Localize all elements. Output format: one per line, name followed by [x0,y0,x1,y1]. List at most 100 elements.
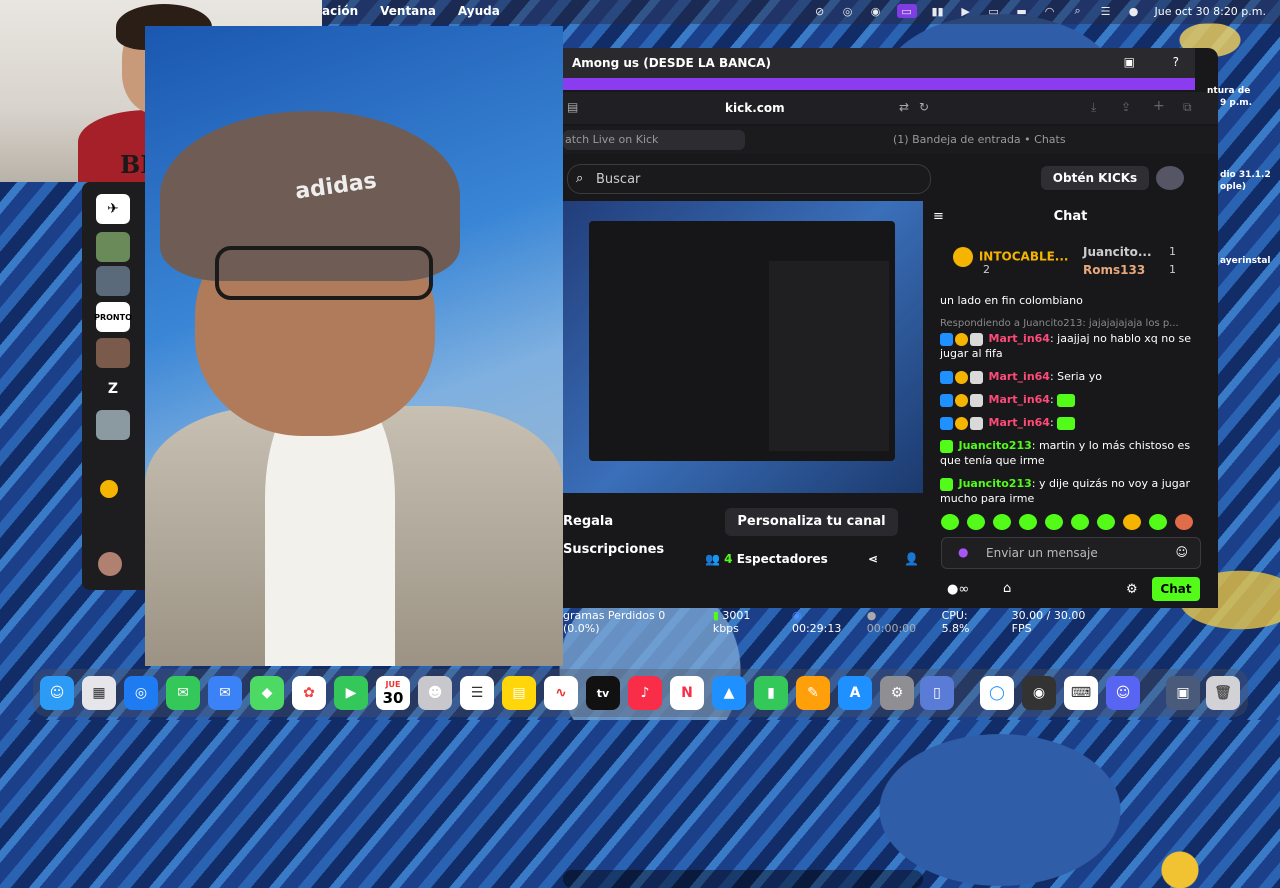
contact-avatar-z[interactable]: Z [96,374,130,404]
desktop-file-label[interactable]: dio 31.1.2 [1220,170,1271,180]
discord-icon[interactable]: ☺ [1106,676,1140,710]
chat-send-button[interactable]: Chat [1152,577,1200,601]
gift-subscriptions-button[interactable]: Regala Suscripciones [563,508,718,557]
store-icon[interactable]: ⌂ [1003,581,1011,596]
obs-icon[interactable]: ◉ [869,4,883,18]
tab-kick[interactable]: atch Live on Kick [563,130,745,150]
profile-avatar[interactable] [1156,166,1184,190]
menu-item-ayuda[interactable]: Ayuda [458,4,500,18]
emote-icon[interactable] [1097,514,1115,530]
contact-avatar[interactable] [96,338,130,368]
get-kicks-button[interactable]: Obtén KICKs [1041,166,1149,190]
emote-icon[interactable] [1123,514,1141,530]
siri-icon[interactable]: ● [1127,4,1141,18]
discord-icon[interactable] [100,480,118,498]
photos-icon[interactable]: ✿ [292,676,326,710]
emote-icon[interactable] [1149,514,1167,530]
mic-icon[interactable]: ● [958,545,968,559]
chat-username[interactable]: Mart_in64 [989,416,1050,429]
user-avatar[interactable] [98,552,122,576]
music-icon[interactable]: ♪ [628,676,662,710]
contacts-icon[interactable]: ☻ [418,676,452,710]
chat-username[interactable]: Mart_in64 [989,370,1050,383]
play-icon[interactable]: ▶ [959,4,973,18]
chat-message[interactable]: Mart_in64: jaajjaj no hablo xq no se jug… [940,331,1205,361]
news-icon[interactable]: N [670,676,704,710]
emoji-icon[interactable]: ☺ [1175,545,1188,559]
emote-icon[interactable] [1019,514,1037,530]
share-icon[interactable]: ⇪ [1121,100,1131,114]
wifi-icon[interactable]: ◠ [1043,4,1057,18]
emote-icon[interactable] [1175,514,1193,530]
quicktime-icon[interactable]: ◯ [980,676,1014,710]
download-icon[interactable]: ⤓ [1091,100,1096,115]
stream-preview[interactable] [563,201,923,888]
chat-username[interactable]: Mart_in64 [989,332,1050,345]
contact-avatar[interactable] [96,266,130,296]
chat-input[interactable]: ● Enviar un mensaje ☺ [941,537,1201,569]
desktop-file-label[interactable]: 9 p.m. [1220,98,1252,108]
help-icon[interactable]: ? [1173,55,1179,69]
pages-icon[interactable]: ✎ [796,676,830,710]
emote-icon[interactable] [993,514,1011,530]
chat-username[interactable]: Juancito213 [959,477,1032,490]
finder-icon[interactable]: ☺ [40,676,74,710]
emote-icon[interactable] [1071,514,1089,530]
translate-icon[interactable]: ⇄ [899,100,909,114]
pip-icon[interactable]: ▣ [1124,55,1135,69]
emote-icon[interactable] [941,514,959,530]
emote-icon[interactable] [1045,514,1063,530]
keynote-icon[interactable]: ▲ [712,676,746,710]
settings-gear-icon[interactable]: ⚙ [1126,582,1138,597]
obs-icon[interactable]: ◉ [1022,676,1056,710]
bars-icon[interactable]: ▮▮ [931,4,945,18]
chat-message[interactable]: Mart_in64: Seria yo [940,369,1205,384]
screen-record-icon[interactable]: ▭ [896,4,917,18]
recent-folder-icon[interactable]: ▣ [1166,676,1200,710]
desktop-file-label[interactable]: ople) [1220,182,1246,192]
iphone-mirroring-icon[interactable]: ▯ [920,676,954,710]
desktop-file-label[interactable]: ayerinstal [1220,256,1271,266]
chat-username[interactable]: Juancito213 [959,439,1032,452]
chat-message[interactable]: Mart_in64: [940,415,1205,430]
sidebar-toggle-icon[interactable]: ▤ [567,100,578,114]
maps-icon[interactable]: ◆ [250,676,284,710]
menu-item-ventana[interactable]: Ventana [380,4,436,18]
safari-icon[interactable]: ◎ [124,676,158,710]
display-icon[interactable]: ▭ [987,4,1001,18]
contact-avatar[interactable] [96,232,130,262]
control-center-icon[interactable]: ☰ [1099,4,1113,18]
clock[interactable]: Jue oct 30 8:20 p.m. [1155,5,1266,18]
contact-avatar[interactable]: ✈ [96,194,130,224]
customize-channel-button[interactable]: Personaliza tu canal [725,508,898,536]
tabs-overview-icon[interactable]: ⧉ [1183,100,1192,115]
chat-message[interactable]: Mart_in64: [940,392,1205,407]
system-settings-icon[interactable]: ⚙ [880,676,914,710]
chat-username[interactable]: Mart_in64 [989,393,1050,406]
facetime-icon[interactable]: ▶ [334,676,368,710]
calendar-icon[interactable]: JUE 30 [376,676,410,710]
keyboard-icon[interactable]: ⌨ [1064,676,1098,710]
share-icon[interactable]: ⋖ [868,552,878,566]
app-store-icon[interactable]: A [838,676,872,710]
trash-icon[interactable]: 🗑 [1206,676,1240,710]
launchpad-icon[interactable]: ▦ [82,676,116,710]
contact-avatar-pronto[interactable]: PRONTO [94,302,132,332]
menu-item-edicion[interactable]: ación [322,4,358,18]
url-text[interactable]: kick.com [725,101,785,115]
search-icon[interactable]: ⌕ [1071,4,1085,18]
desktop-file-label[interactable]: ntura de [1207,86,1250,96]
mail-icon[interactable]: ✉ [208,676,242,710]
mute-icon[interactable]: ⊘ [813,4,827,18]
numbers-icon[interactable]: ▮ [754,676,788,710]
reload-icon[interactable]: ↻ [919,100,929,114]
add-user-icon[interactable]: 👤 [904,552,919,566]
points-icon[interactable]: ●∞ [947,582,969,597]
messages-icon[interactable]: ✉ [166,676,200,710]
emote-icon[interactable] [967,514,985,530]
reminders-icon[interactable]: ☰ [460,676,494,710]
notes-icon[interactable]: ▤ [502,676,536,710]
search-input[interactable]: ⌕ Buscar [567,164,931,194]
freeform-icon[interactable]: ∿ [544,676,578,710]
screen-icon[interactable]: ◎ [841,4,855,18]
